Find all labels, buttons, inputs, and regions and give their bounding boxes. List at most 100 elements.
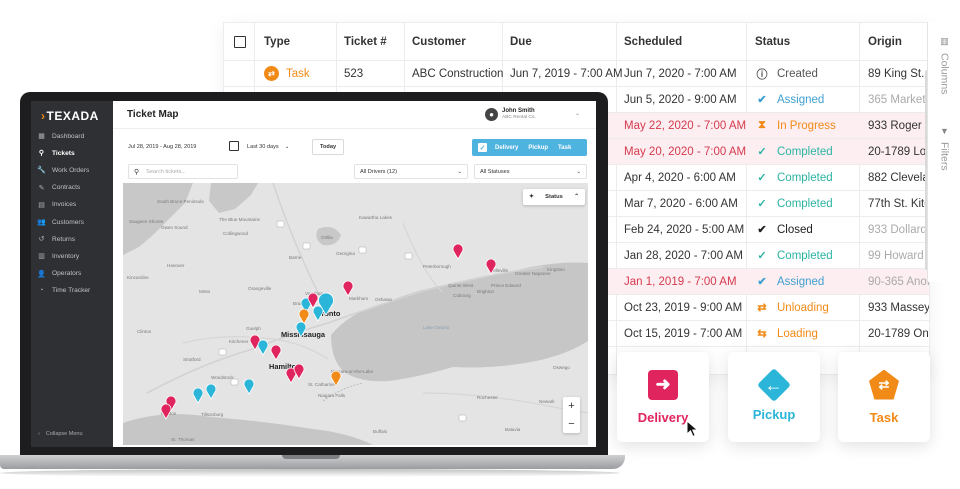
header-scheduled[interactable]: Scheduled bbox=[624, 23, 682, 60]
type-label: Task bbox=[286, 67, 310, 80]
scheduled-cell: Jun 5, 2020 - 9:00 AM bbox=[624, 93, 737, 106]
filter-task[interactable]: Task bbox=[558, 145, 571, 151]
sidebar-item-returns[interactable]: ↺ Returns bbox=[37, 232, 113, 246]
filter-pickup[interactable]: Pickup bbox=[528, 145, 548, 151]
page-title: Ticket Map bbox=[127, 109, 179, 120]
sidebar-item-inventory[interactable]: ▥ Inventory bbox=[37, 249, 113, 263]
header-due[interactable]: Due bbox=[510, 23, 532, 60]
status-cell: ✓ Completed bbox=[755, 191, 833, 216]
marketing-composition: Type Ticket # Customer Due Scheduled Sta… bbox=[0, 0, 960, 489]
table-row[interactable]: ⇄ Task 523 ABC Construction Jun 7, 2019 - 7:… bbox=[224, 61, 929, 87]
zoom-out-button[interactable]: − bbox=[568, 418, 574, 430]
city-label: Owen Sound bbox=[161, 225, 188, 230]
origin-cell: 89 King St. Kit bbox=[868, 67, 929, 80]
city-label: Clinton bbox=[137, 329, 152, 334]
status-cell: ⇆ Loading bbox=[755, 321, 818, 346]
task-swap-icon: ⇄ bbox=[869, 369, 899, 400]
city-label: Georgina bbox=[336, 251, 355, 256]
sidebar-item-label: Dashboard bbox=[52, 132, 85, 140]
city-label: Hanover bbox=[167, 263, 185, 268]
status-label: Completed bbox=[777, 197, 833, 210]
city-label: Newark bbox=[539, 399, 555, 404]
due-cell: Jun 7, 2019 - 7:00 AM bbox=[510, 67, 623, 80]
header-ticket-number[interactable]: Ticket # bbox=[344, 23, 387, 60]
user-check-icon: ✔ bbox=[757, 276, 767, 288]
columns-icon: ▥ bbox=[940, 36, 949, 46]
task-card[interactable]: ⇄ Task bbox=[838, 352, 930, 442]
status-label: Loading bbox=[777, 327, 818, 340]
user-name[interactable]: John Smith bbox=[502, 108, 535, 114]
sidebar-item-work-orders[interactable]: 🔧 Work Orders bbox=[37, 163, 113, 177]
filters-tab[interactable]: ▼ Filters bbox=[928, 126, 960, 171]
period-select[interactable]: Last 30 days ⌄ bbox=[247, 144, 289, 150]
sidebar-item-contracts[interactable]: ✎ Contracts bbox=[37, 181, 113, 195]
scheduled-cell: Jan 28, 2020 - 7:00 AM bbox=[624, 249, 743, 262]
header-customer[interactable]: Customer bbox=[412, 23, 466, 60]
highway-shield bbox=[458, 414, 467, 422]
today-button[interactable]: Today bbox=[312, 139, 345, 155]
origin-cell: 90-365 Anoth bbox=[868, 275, 930, 288]
filter-delivery[interactable]: Delivery bbox=[495, 145, 518, 151]
status-cell: ✓ Completed bbox=[755, 165, 832, 190]
texada-logo[interactable]: ›TEXADA bbox=[41, 109, 99, 123]
highway-shield bbox=[218, 348, 227, 356]
zoom-in-button[interactable]: + bbox=[568, 400, 574, 412]
collapse-menu-button[interactable]: ‹ Collapse Menu bbox=[38, 431, 83, 437]
status-cell: ✔ Assigned bbox=[755, 269, 824, 294]
chevron-down-icon[interactable]: ⌄ bbox=[575, 110, 580, 117]
pickup-card[interactable]: ← Pickup bbox=[728, 352, 820, 442]
info-icon: ⓘ bbox=[756, 68, 768, 81]
task-card-label: Task bbox=[869, 409, 899, 425]
loading-truck-icon: ⇆ bbox=[757, 328, 767, 340]
laptop-shadow bbox=[0, 469, 620, 477]
sidebar-item-label: Customers bbox=[52, 218, 84, 226]
header-type[interactable]: Type bbox=[264, 23, 290, 60]
period-select-value: Last 30 days bbox=[247, 144, 279, 150]
sidebar-item-label: Operators bbox=[52, 270, 82, 278]
sidebar-item-customers[interactable]: 👥 Customers bbox=[37, 215, 113, 229]
sidebar-item-tickets[interactable]: ⚲ Tickets bbox=[37, 146, 113, 160]
ticket-map[interactable]: Lake Ontario Toronto Mississauga Hamilto… bbox=[123, 183, 588, 445]
pickup-arrow-icon: ← bbox=[757, 367, 791, 402]
city-label: Collingwood bbox=[223, 231, 248, 236]
date-range-field[interactable]: Jul 28, 2019 - Aug 28, 2019 bbox=[128, 144, 196, 150]
user-avatar-icon[interactable]: ● bbox=[485, 108, 498, 121]
select-all-checkbox[interactable] bbox=[234, 23, 250, 60]
contract-icon: ✎ bbox=[38, 184, 45, 192]
city-label: Cobourg bbox=[453, 293, 471, 298]
statuses-select[interactable]: All Statuses ⌄ bbox=[474, 164, 587, 179]
search-input[interactable]: ⚲ Search tickets... bbox=[128, 164, 238, 179]
columns-tab[interactable]: ▥ Columns bbox=[928, 36, 960, 94]
sidebar-item-invoices[interactable]: ▤ Invoices bbox=[37, 198, 113, 212]
status-label: Completed bbox=[777, 249, 833, 262]
laptop-notch bbox=[282, 455, 340, 459]
clock-icon: ◔ bbox=[39, 287, 44, 295]
sidebar-item-time-tracker[interactable]: ◔ Time Tracker bbox=[37, 284, 113, 298]
table-side-panel: ▥ Columns ▼ Filters bbox=[927, 22, 960, 282]
status-cell: ⇄ Unloading bbox=[755, 295, 828, 320]
drivers-select[interactable]: All Drivers (12) ⌄ bbox=[354, 164, 468, 179]
header-status[interactable]: Status bbox=[755, 23, 790, 60]
status-legend-button[interactable]: ✦ Status ⌃ bbox=[523, 189, 585, 205]
status-cell: ✓ Completed bbox=[755, 243, 833, 268]
sidebar-item-label: Tickets bbox=[52, 149, 75, 157]
origin-cell: 882 Clevelanc bbox=[868, 171, 929, 184]
city-label: Kawartha Lakes bbox=[359, 215, 393, 220]
laptop-screen: ›TEXADA ▦ Dashboard ⚲ Tickets 🔧 Work Orders ✎ C… bbox=[31, 101, 596, 447]
map-canvas: Lake Ontario Toronto Mississauga Hamilto… bbox=[123, 183, 588, 445]
sidebar-item-operators[interactable]: 👤 Operators bbox=[37, 267, 113, 281]
header-origin[interactable]: Origin bbox=[868, 23, 902, 60]
city-label: Stratford bbox=[183, 357, 201, 362]
check-icon: ✓ bbox=[757, 250, 767, 262]
ticket-type-filter[interactable]: ✓ Delivery Pickup Task bbox=[472, 139, 587, 156]
search-placeholder: Search tickets... bbox=[146, 168, 186, 175]
calendar-icon[interactable] bbox=[229, 141, 239, 151]
origin-cell: 933 Roger St. bbox=[868, 119, 929, 132]
sidebar-item-label: Contracts bbox=[52, 184, 81, 192]
check-icon[interactable]: ✓ bbox=[478, 143, 487, 152]
scheduled-cell: Oct 23, 2019 - 9:00 AM bbox=[624, 301, 743, 314]
city-label: St. Catharines bbox=[308, 382, 338, 387]
sidebar-item-dashboard[interactable]: ▦ Dashboard bbox=[37, 129, 113, 143]
sidebar-item-label: Inventory bbox=[52, 252, 80, 260]
status-label: Closed bbox=[777, 223, 813, 236]
